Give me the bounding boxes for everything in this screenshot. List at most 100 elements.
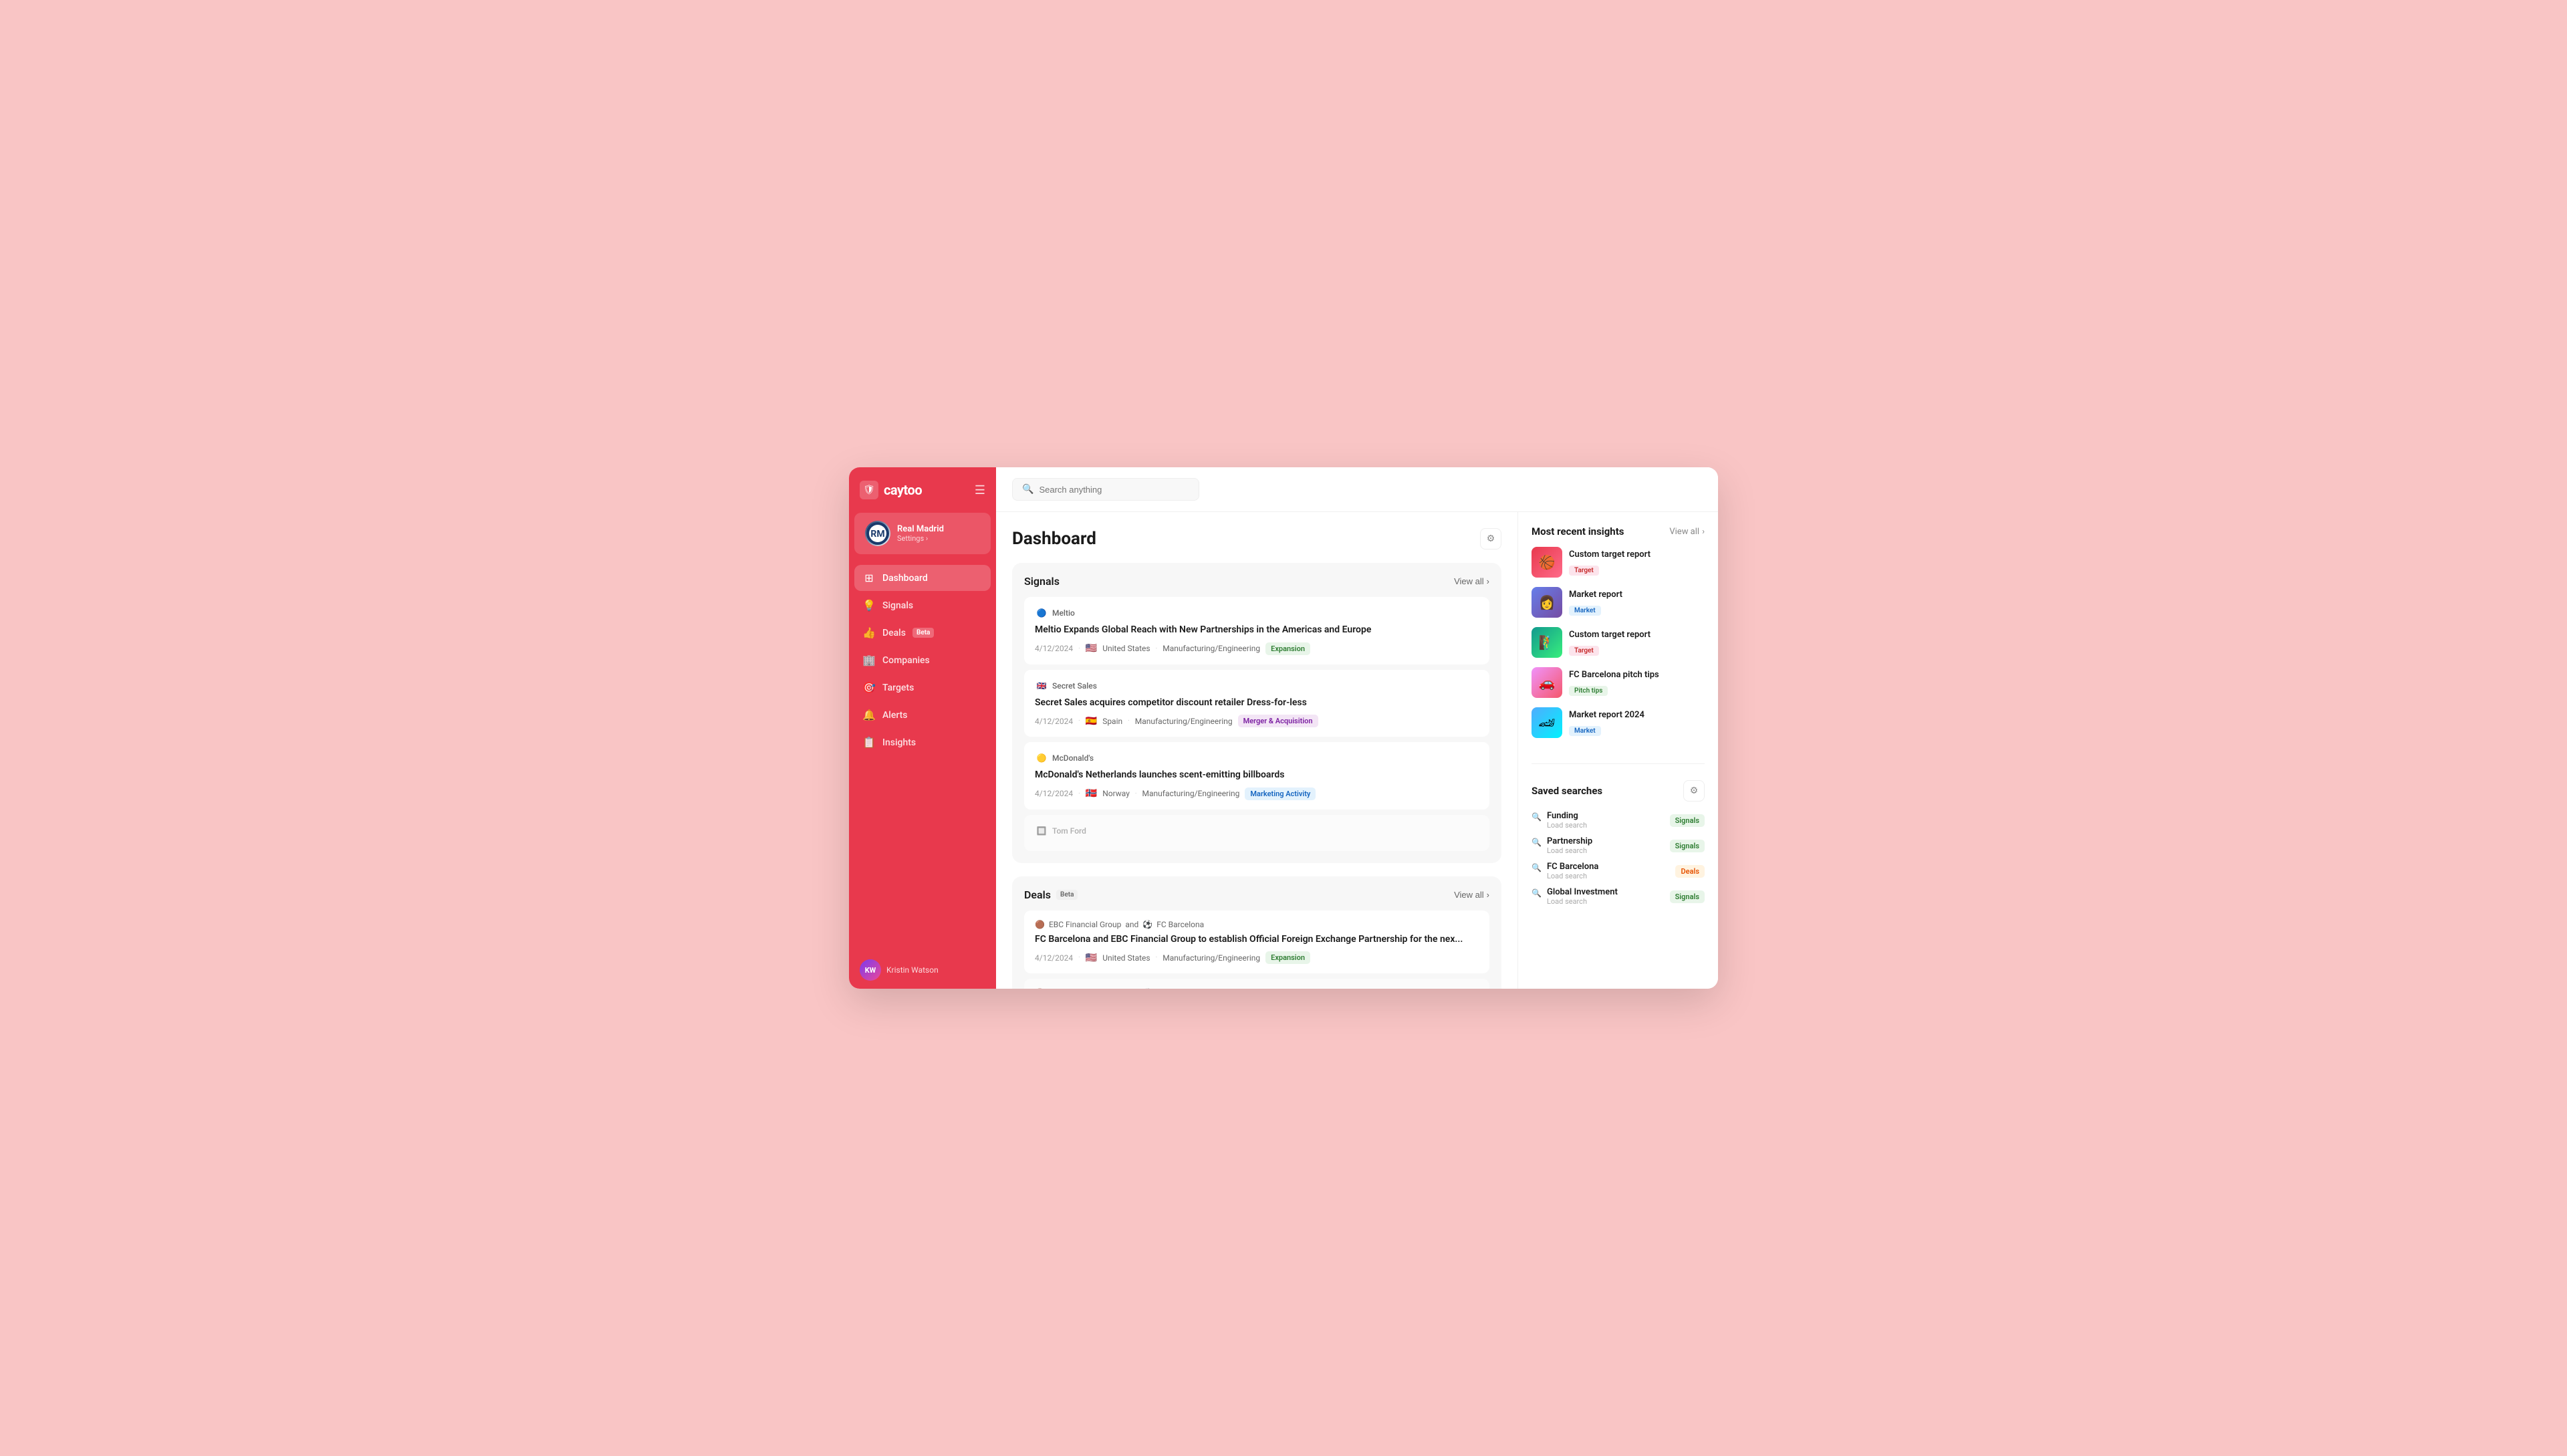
search-input[interactable]: [1039, 485, 1189, 495]
signals-card: Signals View all › 🔵 Meltio Meltio Expan…: [1012, 563, 1501, 863]
deals-view-all-button[interactable]: View all ›: [1454, 890, 1489, 900]
industry: Manufacturing/Engineering: [1135, 717, 1233, 726]
insight-info: Market report 2024 Market: [1569, 710, 1644, 736]
user-avatar: KW: [860, 959, 881, 981]
insight-info: Market report Market: [1569, 590, 1622, 616]
separator: ·: [1078, 717, 1080, 725]
country-name: United States: [1102, 644, 1150, 653]
deal-meta: 4/12/2024 · 🇺🇸 United States · Manufactu…: [1035, 951, 1479, 964]
sidebar-item-insights[interactable]: 📋 Insights: [854, 729, 991, 755]
saved-search-tag: Deals: [1675, 865, 1705, 878]
country-flag: 🇺🇸: [1086, 953, 1097, 963]
load-search-link[interactable]: Load search: [1547, 897, 1618, 906]
country-flag: 🇪🇸: [1086, 716, 1097, 727]
sidebar-item-deals[interactable]: 👍 Deals Beta: [854, 620, 991, 646]
insights-icon: 📋: [862, 736, 876, 749]
profile-section[interactable]: RM Real Madrid Settings ›: [854, 513, 991, 554]
signal-title: Secret Sales acquires competitor discoun…: [1035, 697, 1479, 710]
saved-searches-settings-button[interactable]: ⚙: [1683, 780, 1705, 802]
profile-info: Real Madrid Settings ›: [897, 524, 944, 543]
search-icon: 🔍: [1532, 888, 1542, 898]
saved-searches-title: Saved searches: [1532, 785, 1602, 797]
insight-item[interactable]: 👩 Market report Market: [1532, 587, 1705, 618]
country-name: Spain: [1102, 717, 1122, 726]
signal-meta: 4/12/2024 · 🇳🇴 Norway · Manufacturing/En…: [1035, 787, 1479, 800]
hamburger-button[interactable]: ☰: [975, 483, 985, 497]
load-search-link[interactable]: Load search: [1547, 821, 1587, 830]
insight-tag: Pitch tips: [1569, 686, 1608, 696]
saved-search-name: Funding: [1547, 811, 1587, 821]
insight-item[interactable]: 🏎 Market report 2024 Market: [1532, 707, 1705, 738]
sidebar-item-targets[interactable]: 🎯 Targets: [854, 675, 991, 701]
search-bar[interactable]: 🔍: [1012, 478, 1199, 501]
company-logo: 🟡: [1035, 751, 1048, 765]
sidebar-item-companies[interactable]: 🏢 Companies: [854, 647, 991, 673]
load-search-link[interactable]: Load search: [1547, 872, 1598, 880]
signal-item[interactable]: 🔵 Meltio Meltio Expands Global Reach wit…: [1024, 597, 1489, 664]
company-name: EBC Financial Group: [1049, 988, 1121, 989]
saved-search-content: Funding Load search: [1547, 811, 1587, 830]
saved-searches-section: Saved searches ⚙ 🔍 Funding Load search S…: [1532, 780, 1705, 913]
load-search-link[interactable]: Load search: [1547, 846, 1592, 855]
saved-search-tag: Signals: [1670, 840, 1705, 852]
saved-search-item: 🔍 Global Investment Load search Signals: [1532, 887, 1705, 906]
view-all-label: View all: [1454, 890, 1484, 900]
avatar: RM: [865, 521, 890, 546]
saved-search-left: 🔍 Partnership Load search: [1532, 836, 1670, 855]
dashboard-header: Dashboard ⚙: [1012, 528, 1501, 550]
dashboard-settings-button[interactable]: ⚙: [1480, 528, 1501, 550]
sidebar-item-alerts[interactable]: 🔔 Alerts: [854, 702, 991, 728]
sidebar-item-signals[interactable]: 💡 Signals: [854, 592, 991, 618]
deal-item[interactable]: 🟤 EBC Financial Group and ⚽ FC Barcelona…: [1024, 911, 1489, 974]
signals-view-all-button[interactable]: View all ›: [1454, 576, 1489, 586]
settings-link[interactable]: Settings ›: [897, 534, 944, 543]
sidebar-item-dashboard[interactable]: ⊞ Dashboard: [854, 565, 991, 591]
insight-item[interactable]: 🧗 Custom target report Target: [1532, 627, 1705, 658]
separator: ·: [1078, 645, 1080, 652]
signal-item[interactable]: 🔲 Tom Ford: [1024, 815, 1489, 851]
view-all-label: View all: [1454, 576, 1484, 586]
sidebar: 🛡 caytoo ☰ RM Real Madrid Settings ›: [849, 467, 996, 989]
country-name: United States: [1102, 953, 1150, 963]
deal-item[interactable]: 🟤 EBC Financial Group and ⚽ FC Barcelona: [1024, 979, 1489, 989]
company-logo: 🇬🇧: [1035, 679, 1048, 693]
insights-section: Most recent insights View all › 🏀 Custom…: [1532, 525, 1705, 747]
separator: ·: [1078, 954, 1080, 961]
insight-item[interactable]: 🏀 Custom target report Target: [1532, 547, 1705, 578]
signal-company: 🇬🇧 Secret Sales: [1035, 679, 1479, 693]
company-name: Secret Sales: [1052, 681, 1097, 691]
sidebar-item-label: Companies: [882, 655, 930, 666]
search-icon: 🔍: [1532, 812, 1542, 822]
signal-tag: Merger & Acquisition: [1238, 715, 1318, 727]
company-name: McDonald's: [1052, 753, 1094, 763]
sidebar-bottom: KW Kristin Watson: [849, 951, 996, 989]
signal-item[interactable]: 🇬🇧 Secret Sales Secret Sales acquires co…: [1024, 670, 1489, 737]
signal-item[interactable]: 🟡 McDonald's McDonald's Netherlands laun…: [1024, 742, 1489, 810]
dashboard-icon: ⊞: [862, 572, 876, 584]
dashboard-main: Dashboard ⚙ Signals View all ›: [996, 512, 1517, 989]
page-title: Dashboard: [1012, 529, 1096, 549]
saved-search-content: Global Investment Load search: [1547, 887, 1618, 906]
logo-text: caytoo: [884, 482, 922, 498]
logo-icon: 🛡: [860, 481, 878, 499]
insight-name: FC Barcelona pitch tips: [1569, 670, 1659, 680]
insight-thumbnail: 🏀: [1532, 547, 1562, 578]
insight-name: Market report: [1569, 590, 1622, 600]
company-name: EBC Financial Group: [1049, 920, 1121, 929]
company-name: FC Barcelona: [1156, 920, 1204, 929]
company-logo: ⚽: [1142, 988, 1152, 989]
deal-tag: Expansion: [1265, 951, 1310, 964]
signal-date: 4/12/2024: [1035, 717, 1073, 726]
insights-view-all-button[interactable]: View all ›: [1669, 527, 1705, 537]
nav-items: ⊞ Dashboard 💡 Signals 👍 Deals Beta 🏢 Com…: [849, 560, 996, 951]
saved-search-tag: Signals: [1670, 890, 1705, 903]
signal-company: 🟡 McDonald's: [1035, 751, 1479, 765]
and-text: and: [1125, 988, 1138, 989]
saved-search-item: 🔍 Partnership Load search Signals: [1532, 836, 1705, 855]
separator: ·: [1156, 954, 1158, 961]
company-logo: 🔲: [1035, 824, 1048, 838]
company-logo: ⚽: [1142, 920, 1152, 929]
insight-item[interactable]: 🚗 FC Barcelona pitch tips Pitch tips: [1532, 667, 1705, 698]
saved-search-tag: Signals: [1670, 814, 1705, 827]
sidebar-item-label: Insights: [882, 737, 916, 748]
